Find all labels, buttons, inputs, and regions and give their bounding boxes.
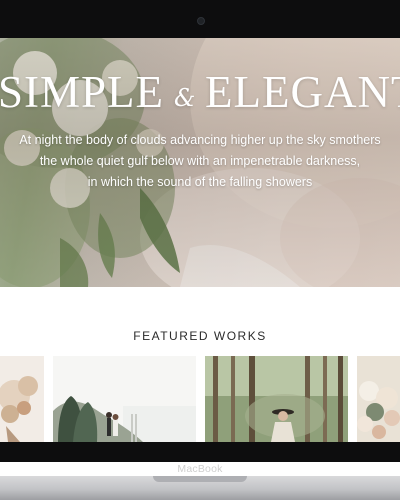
laptop-mockup: SIMPLE & ELEGANT At night the body of cl…	[0, 0, 400, 500]
featured-works-gallery	[0, 356, 400, 442]
hero-title-part1: SIMPLE	[0, 67, 165, 117]
hero-title-ampersand: &	[174, 84, 197, 112]
website-screen: SIMPLE & ELEGANT At night the body of cl…	[0, 38, 400, 442]
work-thumbnail-couple-cypress[interactable]	[53, 356, 196, 442]
camera-icon	[197, 17, 205, 25]
work-thumbnail-rose-bouquet[interactable]	[357, 356, 400, 442]
hero-tagline: At night the body of clouds advancing hi…	[0, 130, 400, 193]
featured-works-heading: FEATURED WORKS	[133, 329, 267, 343]
hero-title-part2: ELEGANT	[205, 67, 400, 117]
tagline-line: in which the sound of the falling shower…	[87, 175, 313, 189]
work-thumbnail-forest-portrait[interactable]	[205, 356, 348, 442]
device-brand-label: MacBook	[177, 463, 223, 475]
tagline-line: the whole quiet gulf below with an impen…	[39, 154, 361, 168]
work-thumbnail-dried-bouquet[interactable]	[0, 356, 44, 442]
screen-hinge	[0, 442, 400, 462]
hero-banner: SIMPLE & ELEGANT At night the body of cl…	[0, 38, 400, 287]
tagline-line: At night the body of clouds advancing hi…	[19, 133, 381, 147]
lid-notch	[153, 476, 247, 482]
hero-title: SIMPLE & ELEGANT	[0, 68, 400, 116]
